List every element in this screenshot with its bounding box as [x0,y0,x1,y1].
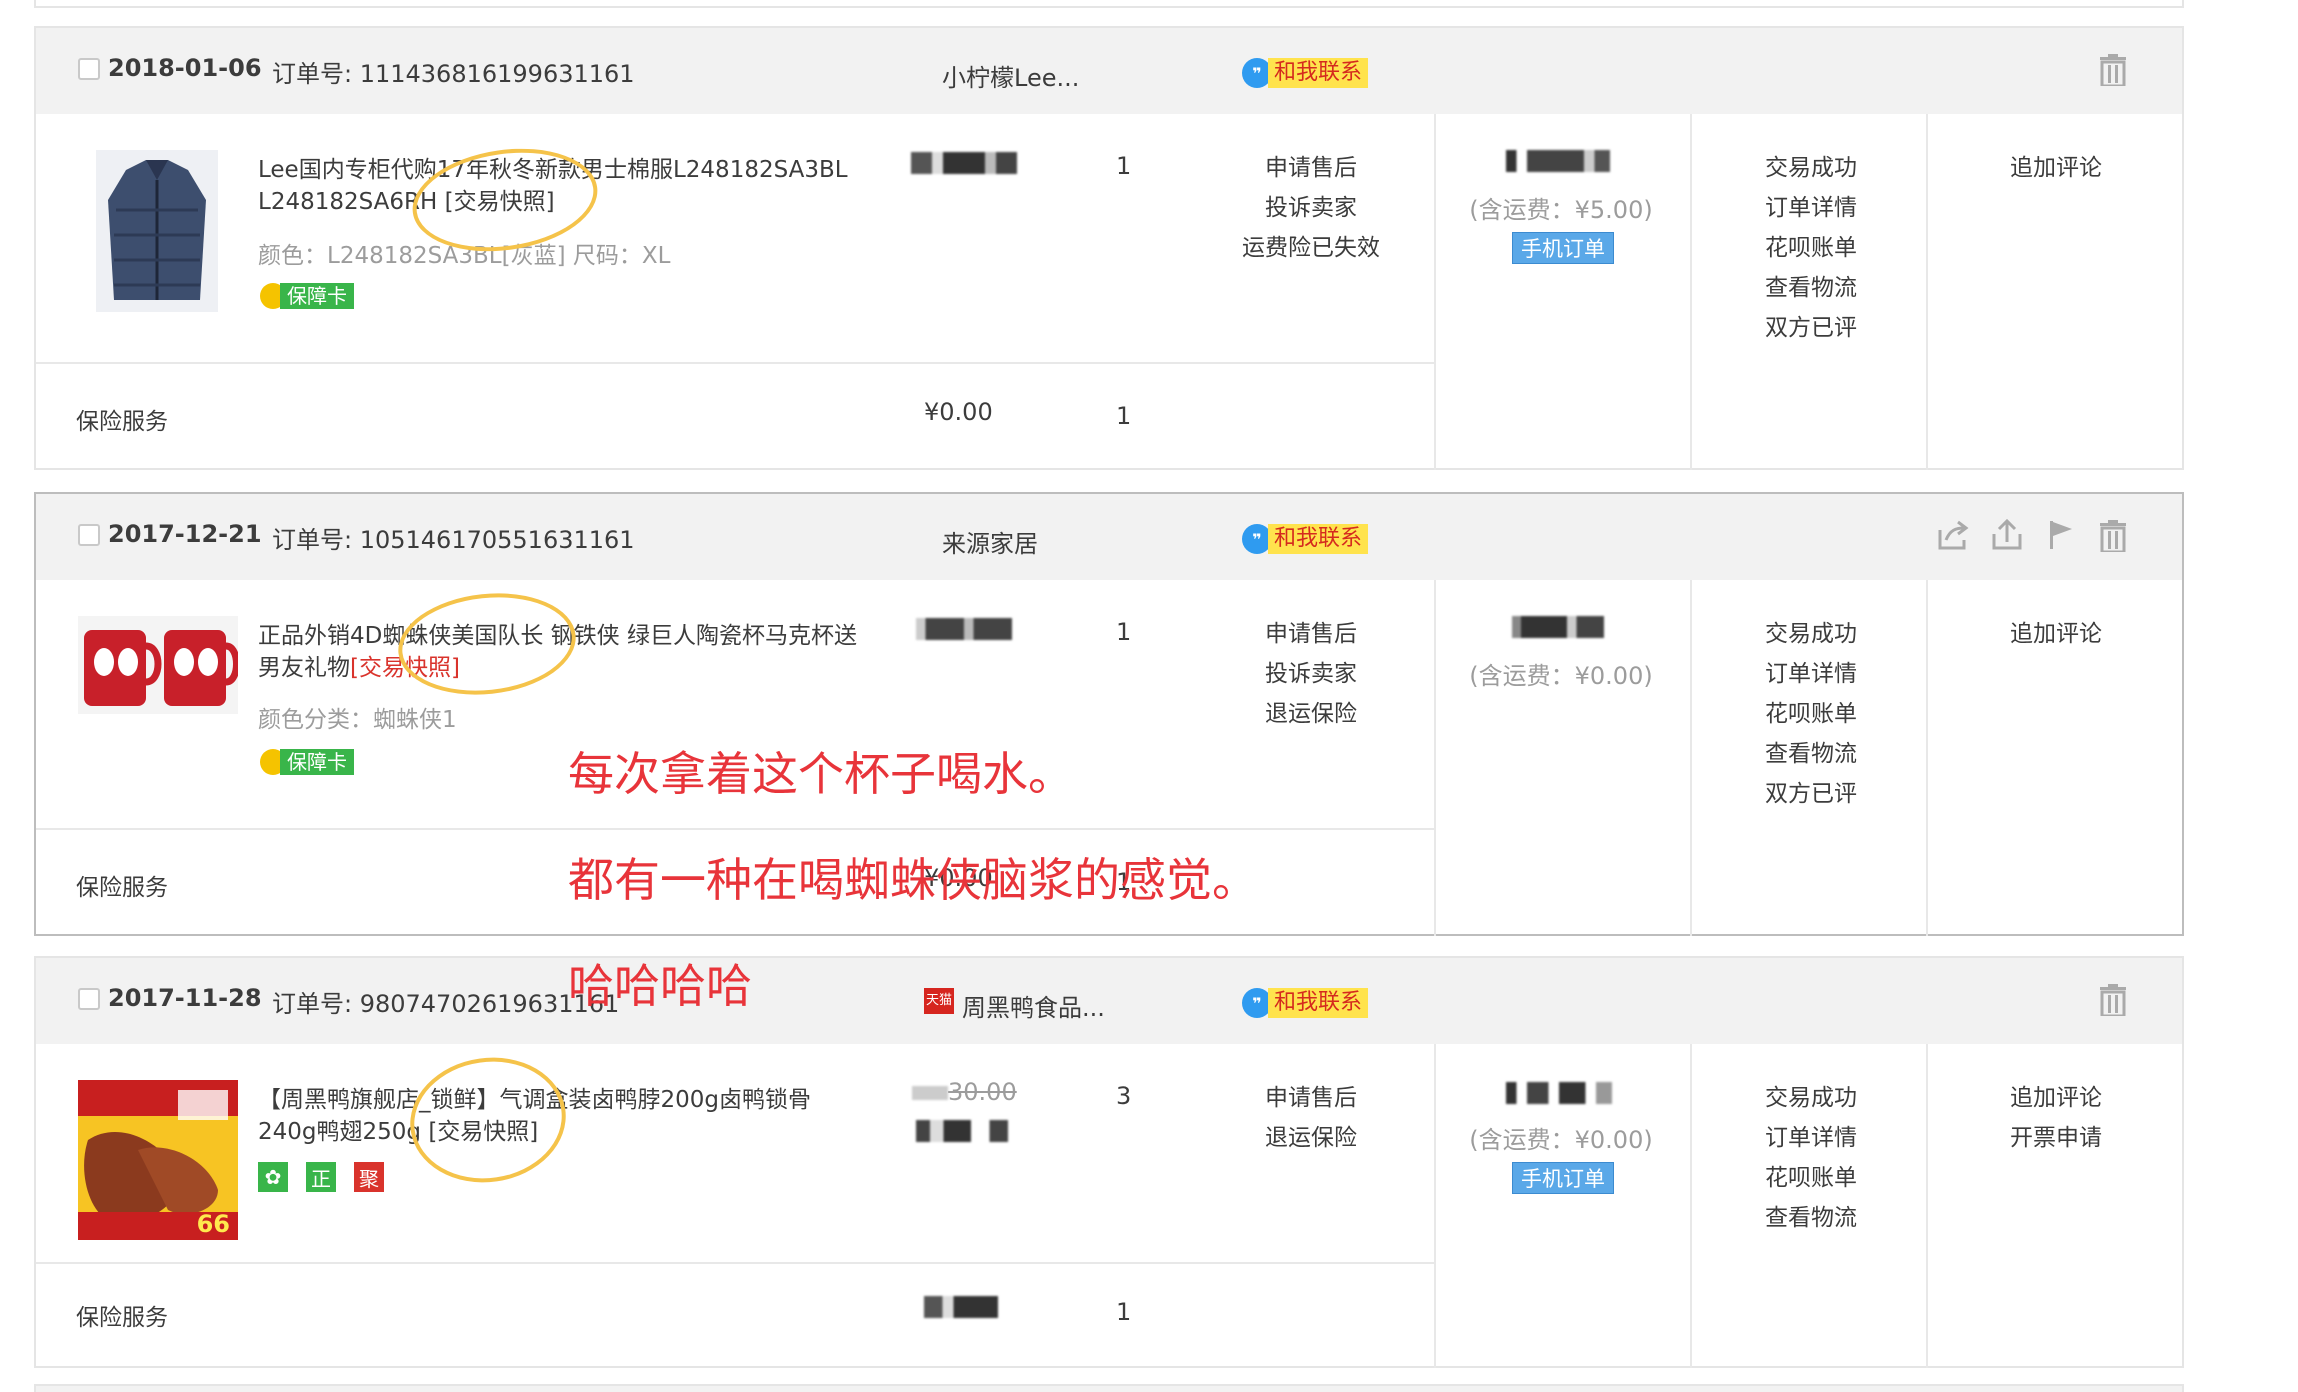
order-number: 订单号: 111436816199631161 [272,60,635,88]
huabei-bill-link[interactable]: 花呗账单 [1716,1158,1906,1198]
invoice-request-link[interactable]: 开票申请 [1956,1118,2156,1158]
price-redacted [916,1120,1008,1142]
previous-order-bottom [34,0,2184,8]
order-date: 2017-11-28 [108,984,262,1012]
mobile-order-tag: 手机订单 [1512,232,1614,264]
total-redacted [1512,616,1604,638]
action-links: 追加评论 开票申请 [1956,1078,2156,1158]
apply-after-sale-link[interactable]: 申请售后 [1216,1078,1406,1118]
order-detail-link[interactable]: 订单详情 [1716,654,1906,694]
guarantee-card-badge[interactable]: 保障卡 [260,748,354,776]
after-sale-links: 申请售后 投诉卖家 运费险已失效 [1216,148,1406,268]
view-logistics-link[interactable]: 查看物流 [1716,268,1906,308]
order-card: 2017-11-28 订单号: 98074702619631161 天猫 周黑鸭… [34,956,2184,1368]
status-links: 交易成功 订单详情 花呗账单 查看物流 [1716,1078,1906,1238]
return-shipping-insurance-link[interactable]: 退运保险 [1216,694,1406,734]
original-price: 30.00 [912,1078,1017,1106]
juhuasuan-icon[interactable]: 聚 [354,1162,384,1192]
add-review-link[interactable]: 追加评论 [1956,1078,2156,1118]
order-card: 2018-01-06 订单号: 111436816199631161 小柠檬Le… [34,26,2184,470]
product-spec: 颜色分类：蜘蛛侠1 [258,707,457,733]
trade-status: 交易成功 [1765,155,1857,181]
contact-seller-button[interactable]: ❞ 和我联系 [1242,58,1369,88]
product-thumbnail[interactable] [78,616,238,714]
view-logistics-link[interactable]: 查看物流 [1716,1198,1906,1238]
quantity: 1 [1116,152,1132,180]
view-logistics-link[interactable]: 查看物流 [1716,734,1906,774]
upload-icon[interactable] [1990,518,2024,552]
order-checkbox[interactable] [78,58,100,80]
thumb-price-label: 66 [196,1210,230,1238]
next-order-top [34,1384,2184,1392]
share-icon[interactable] [1936,518,1970,552]
trash-icon[interactable] [2098,54,2128,86]
total-redacted [1506,150,1610,172]
insurance-label: 保险服务 [76,1305,168,1331]
apply-after-sale-link[interactable]: 申请售后 [1216,148,1406,188]
insurance-quantity: 1 [1116,402,1132,430]
both-rated-link[interactable]: 双方已评 [1716,308,1906,348]
order-checkbox[interactable] [78,988,100,1010]
shop-name[interactable]: 小柠檬Lee... [942,58,1079,93]
product-thumbnail[interactable]: 66 [78,1080,238,1240]
complain-seller-link[interactable]: 投诉卖家 [1216,188,1406,228]
huabei-bill-link[interactable]: 花呗账单 [1716,228,1906,268]
mobile-order-tag: 手机订单 [1512,1162,1614,1194]
trade-status: 交易成功 [1765,1085,1857,1111]
quantity: 1 [1116,618,1132,646]
order-date: 2017-12-21 [108,520,262,548]
shipping-fee: (含运费：¥0.00) [1469,1126,1653,1154]
after-sale-links: 申请售后 退运保险 [1216,1078,1406,1158]
genuine-icon[interactable]: 正 [306,1162,336,1192]
trash-icon[interactable] [2098,520,2128,552]
contact-seller-button[interactable]: ❞ 和我联系 [1242,524,1369,554]
shipping-fee: (含运费：¥0.00) [1469,662,1653,690]
apply-after-sale-link[interactable]: 申请售后 [1216,614,1406,654]
annotation-text: 每次拿着这个杯子喝水。 [568,747,1074,801]
status-links: 交易成功 订单详情 花呗账单 查看物流 双方已评 [1716,148,1906,348]
shipping-fee: (含运费：¥5.00) [1469,196,1653,224]
annotation-text: 都有一种在喝蜘蛛侠脑浆的感觉。 [568,853,1258,907]
order-detail-link[interactable]: 订单详情 [1716,188,1906,228]
add-review-link[interactable]: 追加评论 [1956,148,2156,188]
annotation-text: 哈哈哈哈 [568,959,752,1013]
guarantee-card-badge[interactable]: 保障卡 [260,282,354,310]
product-thumbnail[interactable] [96,150,218,312]
order-detail-link[interactable]: 订单详情 [1716,1118,1906,1158]
after-sale-links: 申请售后 投诉卖家 退运保险 [1216,614,1406,734]
trash-icon[interactable] [2098,984,2128,1016]
tmall-badge: 天猫 [924,988,954,1014]
status-links: 交易成功 订单详情 花呗账单 查看物流 双方已评 [1716,614,1906,814]
complain-seller-link[interactable]: 投诉卖家 [1216,654,1406,694]
huabei-bill-link[interactable]: 花呗账单 [1716,694,1906,734]
trade-status: 交易成功 [1765,621,1857,647]
both-rated-link[interactable]: 双方已评 [1716,774,1906,814]
return-shipping-insurance-link[interactable]: 退运保险 [1216,1118,1406,1158]
add-review-link[interactable]: 追加评论 [1956,614,2156,654]
contact-seller-button[interactable]: ❞ 和我联系 [1242,988,1369,1018]
insurance-price: ¥0.00 [924,398,993,426]
total-redacted [1506,1082,1612,1104]
order-date: 2018-01-06 [108,54,262,82]
price-redacted [916,618,1012,640]
shop-name[interactable]: 来源家居 [942,524,1038,559]
order-number: 订单号: 105146170551631161 [272,526,635,554]
order-checkbox[interactable] [78,524,100,546]
price-redacted [911,152,1017,174]
insurance-price-redacted [924,1296,998,1318]
quantity: 3 [1116,1082,1132,1110]
shop-name[interactable]: 周黑鸭食品... [962,988,1105,1023]
insurance-label: 保险服务 [76,409,168,435]
insurance-quantity: 1 [1116,1298,1132,1326]
flag-icon[interactable] [2044,518,2078,552]
shipping-insurance-expired: 运费险已失效 [1242,235,1380,261]
insurance-label: 保险服务 [76,875,168,901]
guarantee-icon[interactable]: ✿ [258,1162,288,1192]
